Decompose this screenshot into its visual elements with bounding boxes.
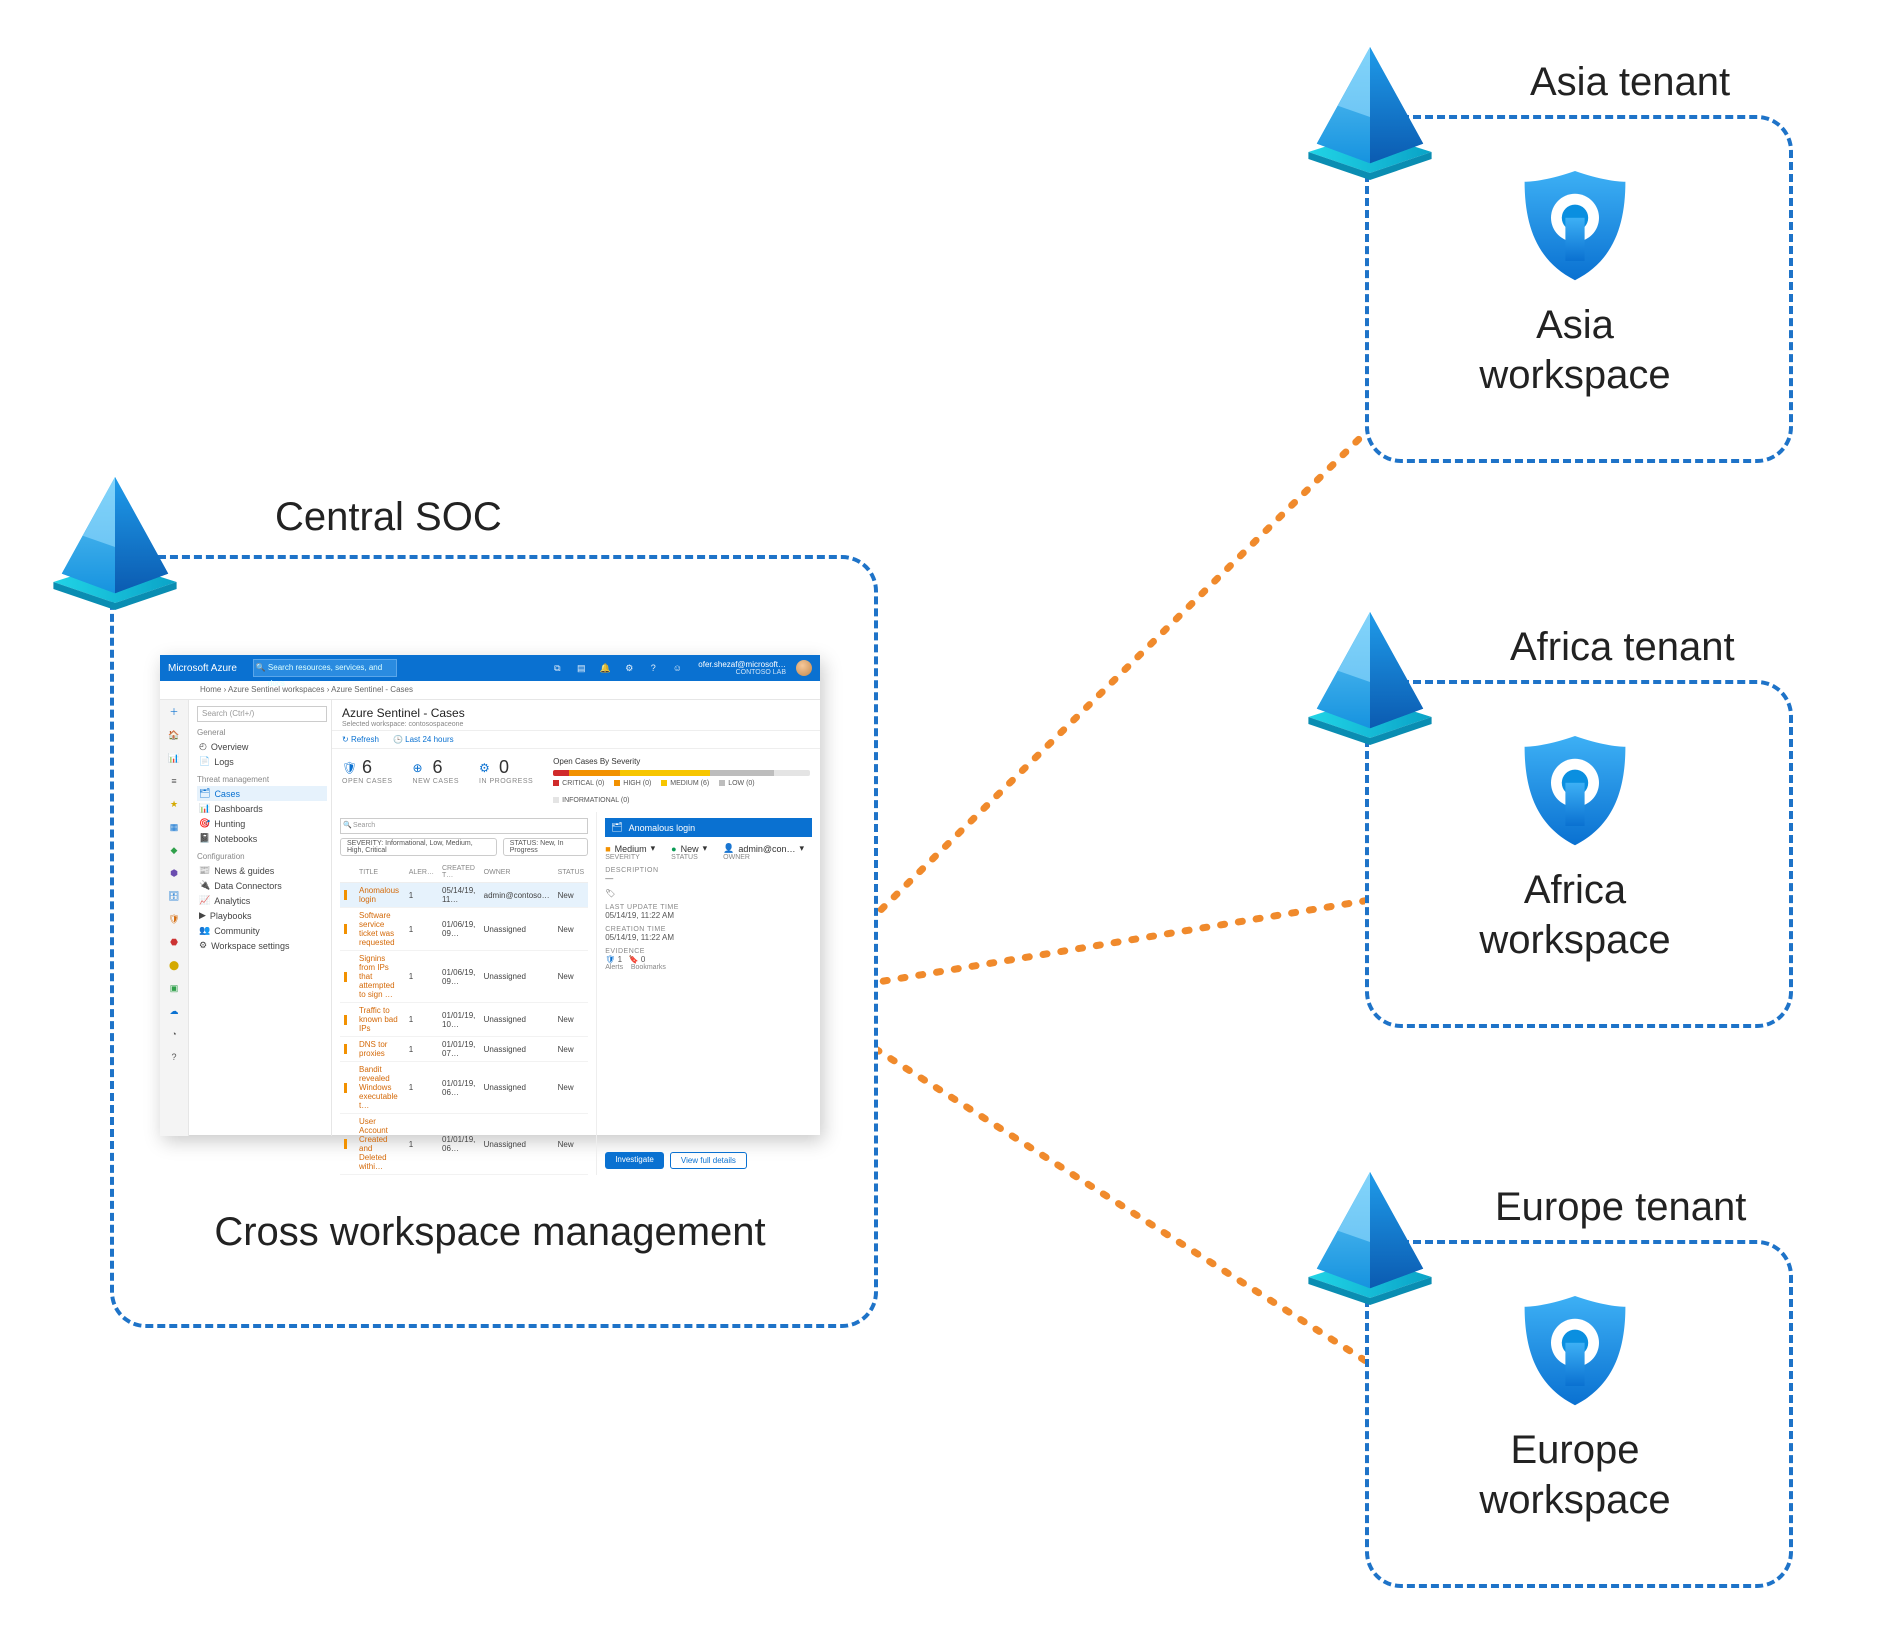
table-row[interactable]: Traffic to known bad IPs101/01/19, 10…Un… [340, 1003, 588, 1037]
cases-table: TITLE ALER… CREATED T… OWNER STATUS Anom… [340, 862, 588, 1175]
central-soc-title: Central SOC [275, 495, 502, 540]
rail-icon[interactable]: 🛡 [166, 911, 182, 927]
azure-topbar: Microsoft Azure Search resources, servic… [160, 655, 820, 681]
sentinel-nav: Search (Ctrl+/) General ◴Overview 📄Logs … [189, 700, 332, 1136]
cases-list: Search SEVERITY: Informational, Low, Med… [332, 812, 597, 1175]
nav-item-ws-settings[interactable]: ⚙Workspace settings [197, 938, 327, 953]
workspace-label-europe: Europe workspace [1365, 1425, 1785, 1525]
nav-item-cases[interactable]: 🗂Cases [197, 786, 327, 801]
nav-item-community[interactable]: 👥Community [197, 923, 327, 938]
rail-icon[interactable]: ◔ [166, 1026, 182, 1042]
nav-item-logs[interactable]: 📄Logs [197, 754, 327, 769]
sentinel-shield-icon [1515, 1290, 1635, 1410]
rail-icon[interactable]: 🗄 [166, 888, 182, 904]
table-row[interactable]: Software service ticket was requested101… [340, 908, 588, 951]
rail-icon[interactable]: ? [166, 1049, 182, 1065]
central-soc-caption: Cross workspace management [110, 1210, 870, 1255]
help-icon[interactable]: ? [646, 661, 660, 675]
nav-item-dashboards[interactable]: 📊Dashboards [197, 801, 327, 816]
table-row[interactable]: User Account Created and Deleted withi…1… [340, 1114, 588, 1175]
settings-icon[interactable]: ⚙ [622, 661, 636, 675]
avatar[interactable] [796, 660, 812, 676]
directory-icon [45, 470, 185, 610]
rail-icon[interactable]: ◆ [166, 842, 182, 858]
page-subtitle: Selected workspace: contosospaceone [342, 721, 810, 728]
severity-filter[interactable]: SEVERITY: Informational, Low, Medium, Hi… [340, 838, 497, 856]
table-row[interactable]: Signins from IPs that attempted to sign … [340, 951, 588, 1003]
severity-block: Open Cases By Severity CRITICAL (0) HIGH… [553, 757, 810, 804]
tenant-title-europe: Europe tenant [1495, 1185, 1746, 1230]
sentinel-shield-icon [1515, 730, 1635, 850]
rail-icon[interactable]: ⬤ [166, 957, 182, 973]
status-filter[interactable]: STATUS: New, In Progress [503, 838, 588, 856]
stat-open-cases: 🛡6 OPEN CASES [342, 757, 393, 785]
nav-item-notebooks[interactable]: 📓Notebooks [197, 831, 327, 846]
rail-icon[interactable]: ★ [166, 796, 182, 812]
nav-section-label: Configuration [197, 852, 327, 861]
workspace-label-africa: Africa workspace [1365, 865, 1785, 965]
stat-new-cases: ⊕6 NEW CASES [413, 757, 460, 785]
page-title: Azure Sentinel - Cases [342, 706, 810, 720]
rail-icon[interactable]: 📊 [166, 750, 182, 766]
time-range-button[interactable]: 🕒 Last 24 hours [393, 735, 454, 744]
table-row[interactable]: DNS tor proxies101/01/19, 07…UnassignedN… [340, 1037, 588, 1062]
nav-item-news[interactable]: 📰News & guides [197, 863, 327, 878]
feedback-icon[interactable]: ☺ [670, 661, 684, 675]
breadcrumb: Home › Azure Sentinel workspaces › Azure… [160, 681, 820, 700]
case-detail: 🗂 Anomalous login ■Medium▾ SEVERITY ●New… [597, 812, 820, 1175]
user-menu[interactable]: ofer.shezaf@microsoft… CONTOSO LAB [698, 661, 786, 676]
sentinel-screenshot: Microsoft Azure Search resources, servic… [160, 655, 820, 1135]
rail-icon[interactable]: 🏠 [166, 727, 182, 743]
directory-icon [1300, 1165, 1440, 1305]
directories-icon[interactable]: ▤ [574, 661, 588, 675]
nav-item-overview[interactable]: ◴Overview [197, 739, 327, 754]
page-header: Azure Sentinel - Cases Selected workspac… [332, 700, 820, 731]
table-row[interactable]: Bandit revealed Windows executable t…101… [340, 1062, 588, 1114]
nav-section-label: Threat management [197, 775, 327, 784]
rail-icon[interactable]: ⬢ [166, 865, 182, 881]
cloud-shell-icon[interactable]: ⧉ [550, 661, 564, 675]
nav-item-analytics[interactable]: 📈Analytics [197, 893, 327, 908]
global-search-input[interactable]: Search resources, services, and docs [253, 659, 397, 677]
stats-row: 🛡6 OPEN CASES ⊕6 NEW CASES ⚙0 IN PROGRES… [332, 749, 820, 812]
investigate-button[interactable]: Investigate [605, 1152, 664, 1169]
azure-brand: Microsoft Azure [168, 663, 237, 674]
case-icon: 🗂 [611, 822, 622, 833]
rail-icon[interactable]: ≡ [166, 773, 182, 789]
list-search-input[interactable]: Search [340, 818, 588, 834]
tenant-title-africa: Africa tenant [1510, 625, 1735, 670]
left-rail: ＋ 🏠 📊 ≡ ★ ▦ ◆ ⬢ 🗄 🛡 ⬣ ⬤ ▣ ☁ ◔ ? [160, 700, 189, 1136]
tenant-title-asia: Asia tenant [1530, 60, 1730, 105]
detail-header: 🗂 Anomalous login [605, 818, 812, 837]
user-tenant: CONTOSO LAB [698, 669, 786, 676]
nav-item-playbooks[interactable]: ▶Playbooks [197, 908, 327, 923]
notifications-icon[interactable]: 🔔 [598, 661, 612, 675]
user-name: ofer.shezaf@microsoft… [698, 661, 786, 669]
rail-icon[interactable]: ▣ [166, 980, 182, 996]
rail-icon[interactable]: ▦ [166, 819, 182, 835]
directory-icon [1300, 40, 1440, 180]
rail-icon[interactable]: ☁ [166, 1003, 182, 1019]
sentinel-shield-icon [1515, 165, 1635, 285]
nav-item-connectors[interactable]: 🔌Data Connectors [197, 878, 327, 893]
rail-icon[interactable]: ＋ [166, 704, 182, 720]
refresh-button[interactable]: ↻ Refresh [342, 735, 379, 744]
stat-in-progress: ⚙0 IN PROGRESS [479, 757, 533, 785]
workspace-label-asia: Asia workspace [1365, 300, 1785, 400]
table-row[interactable]: Anomalous login105/14/19, 11…admin@conto… [340, 883, 588, 908]
view-details-button[interactable]: View full details [670, 1152, 747, 1169]
rail-icon[interactable]: ⬣ [166, 934, 182, 950]
directory-icon [1300, 605, 1440, 745]
nav-section-label: General [197, 728, 327, 737]
nav-search-input[interactable]: Search (Ctrl+/) [197, 706, 327, 722]
nav-item-hunting[interactable]: 🎯Hunting [197, 816, 327, 831]
